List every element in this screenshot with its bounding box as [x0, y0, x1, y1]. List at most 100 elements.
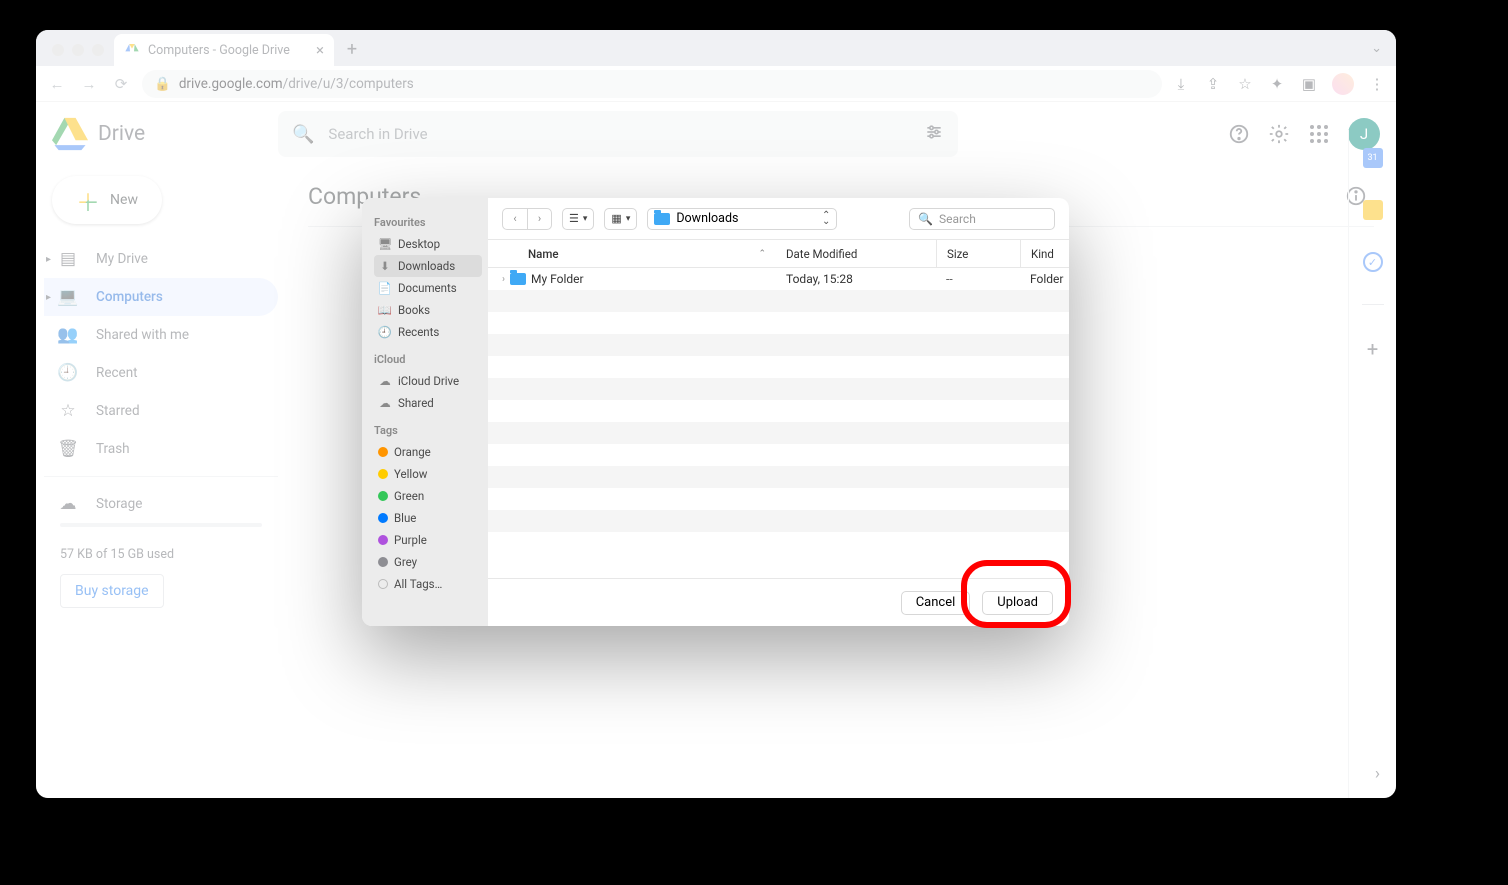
sidebar-item-label: Recent [96, 365, 138, 381]
addons-plus-icon[interactable]: + [1367, 337, 1378, 361]
sort-asc-icon: ⌃ [758, 249, 766, 259]
sidebar-item-label: Computers [96, 289, 163, 305]
install-icon[interactable]: ⤓ [1172, 75, 1190, 93]
apps-icon[interactable] [1308, 123, 1330, 145]
sidebar-item-shared-with-me[interactable]: 👥Shared with me [44, 316, 278, 354]
share-icon[interactable]: ⇪ [1204, 75, 1222, 93]
empty-row [488, 466, 1069, 488]
view-grid-button[interactable]: ▦ ▾ [604, 208, 637, 230]
finder-search[interactable]: 🔍 Search [909, 208, 1055, 230]
menu-icon[interactable]: ⋮ [1368, 75, 1386, 93]
tabs-overflow-icon[interactable]: ⌄ [1371, 41, 1382, 56]
cancel-button[interactable]: Cancel [901, 591, 971, 615]
empty-row [488, 334, 1069, 356]
finder-fav-downloads[interactable]: ⬇Downloads [374, 255, 482, 277]
upload-button[interactable]: Upload [982, 591, 1053, 615]
finder-icloud-icloud-drive[interactable]: ☁iCloud Drive [374, 370, 482, 392]
favourites-header: Favourites [374, 216, 488, 229]
tag-dot-icon [378, 447, 388, 457]
empty-row [488, 356, 1069, 378]
maximize-window-icon[interactable] [92, 44, 104, 56]
sidebar-icon: ☆ [58, 401, 78, 421]
window-controls[interactable] [48, 44, 114, 66]
new-tab-button[interactable]: + [340, 39, 364, 60]
finder-forward-button[interactable]: › [527, 209, 551, 229]
fav-icon: 🖥 [378, 237, 392, 251]
fav-icon: ⬇ [378, 259, 392, 273]
extensions-icon[interactable]: ✦ [1268, 75, 1286, 93]
fav-icon: 📄 [378, 281, 392, 295]
finder-tag-purple[interactable]: Purple [374, 529, 482, 551]
sidepanel-icon[interactable]: ▣ [1300, 75, 1318, 93]
finder-tag-alltags[interactable]: All Tags… [374, 573, 482, 595]
search-options-icon[interactable] [924, 122, 944, 146]
col-date[interactable]: Date Modified [776, 247, 936, 261]
close-window-icon[interactable] [52, 44, 64, 56]
empty-row [488, 444, 1069, 466]
col-name[interactable]: Name⌃ [488, 247, 776, 261]
keep-icon[interactable] [1363, 200, 1383, 220]
settings-icon[interactable] [1268, 123, 1290, 145]
view-list-button[interactable]: ☰ ▾ [562, 208, 594, 230]
browser-tab[interactable]: Computers - Google Drive × [114, 34, 334, 66]
drive-search[interactable]: 🔍 Search in Drive [278, 111, 958, 157]
sidebar-item-my-drive[interactable]: ▸▤My Drive [44, 240, 278, 278]
new-button[interactable]: ＋ New [52, 176, 162, 224]
forward-button[interactable]: → [78, 75, 100, 93]
search-icon: 🔍 [292, 124, 314, 145]
drive-sidebar: ＋ New ▸▤My Drive▸💻Computers👥Shared with … [36, 166, 286, 798]
empty-row [488, 290, 1069, 312]
reload-button[interactable]: ⟳ [110, 75, 132, 93]
bookmark-icon[interactable]: ☆ [1236, 75, 1254, 93]
finder-fav-documents[interactable]: 📄Documents [374, 277, 482, 299]
expand-caret-icon[interactable]: ▸ [46, 254, 51, 265]
sidebar-item-starred[interactable]: ☆Starred [44, 392, 278, 430]
sidebar-item-storage[interactable]: ☁ Storage [44, 485, 278, 523]
buy-storage-button[interactable]: Buy storage [60, 574, 164, 608]
col-size[interactable]: Size [936, 240, 1020, 267]
plus-icon: ＋ [76, 183, 100, 218]
back-button[interactable]: ← [46, 75, 68, 93]
disclosure-caret-icon[interactable]: › [502, 274, 505, 285]
drive-favicon-icon [124, 42, 140, 58]
new-label: New [110, 192, 138, 208]
tag-all-icon [378, 579, 388, 589]
tasks-icon[interactable] [1363, 252, 1383, 272]
side-panel: + [1348, 130, 1396, 798]
finder-fav-desktop[interactable]: 🖥Desktop [374, 233, 482, 255]
finder-icloud-shared[interactable]: ☁Shared [374, 392, 482, 414]
empty-row [488, 422, 1069, 444]
sidebar-item-computers[interactable]: ▸💻Computers [44, 278, 278, 316]
location-selector[interactable]: Downloads ⌃⌄ [647, 208, 837, 230]
tag-dot-icon [378, 469, 388, 479]
tab-close-icon[interactable]: × [316, 41, 324, 59]
url-field[interactable]: 🔒 drive.google.com/drive/u/3/computers [142, 70, 1162, 98]
finder-tag-blue[interactable]: Blue [374, 507, 482, 529]
finder-tag-grey[interactable]: Grey [374, 551, 482, 573]
address-bar: ← → ⟳ 🔒 drive.google.com/drive/u/3/compu… [36, 66, 1396, 102]
fav-icon: 🕘 [378, 325, 392, 339]
profile-avatar-icon[interactable] [1332, 73, 1354, 95]
finder-fav-books[interactable]: 📖Books [374, 299, 482, 321]
col-kind[interactable]: Kind [1020, 240, 1069, 267]
finder-tag-yellow[interactable]: Yellow [374, 463, 482, 485]
drive-logo-icon [52, 116, 88, 152]
nav-buttons: ‹ › [502, 208, 552, 230]
sidebar-icon: 👥 [58, 325, 78, 345]
finder-back-button[interactable]: ‹ [503, 209, 527, 229]
calendar-icon[interactable] [1363, 148, 1383, 168]
tab-strip: Computers - Google Drive × + ⌄ [36, 30, 1396, 66]
finder-fav-recents[interactable]: 🕘Recents [374, 321, 482, 343]
file-date: Today, 15:28 [776, 272, 936, 286]
finder-tag-green[interactable]: Green [374, 485, 482, 507]
minimize-window-icon[interactable] [72, 44, 84, 56]
help-icon[interactable] [1228, 123, 1250, 145]
sidebar-item-trash[interactable]: 🗑Trash [44, 430, 278, 468]
storage-bar [60, 523, 262, 527]
expand-caret-icon[interactable]: ▸ [46, 292, 51, 303]
finder-tag-orange[interactable]: Orange [374, 441, 482, 463]
sidebar-item-recent[interactable]: 🕘Recent [44, 354, 278, 392]
file-row[interactable]: ›My FolderToday, 15:28--Folder [488, 268, 1069, 290]
drive-product-name: Drive [98, 122, 145, 146]
collapse-side-panel-icon[interactable]: › [1375, 764, 1380, 784]
